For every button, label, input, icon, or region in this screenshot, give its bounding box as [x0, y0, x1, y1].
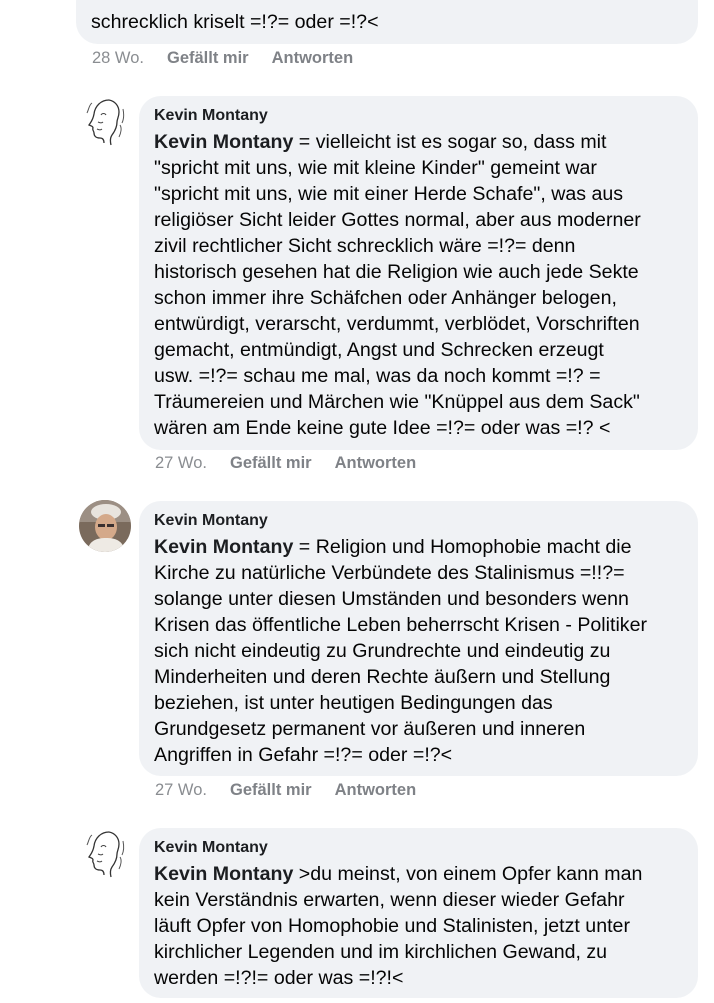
comment-bubble: schrecklich kriselt =!?= oder =!?< [76, 0, 698, 44]
author-mention[interactable]: Kevin Montany [154, 863, 293, 885]
photo-avatar-icon [79, 500, 131, 552]
avatar[interactable] [79, 827, 131, 879]
sketch-face-icon [79, 827, 131, 879]
comment-text: Kevin Montany = vielleicht ist es sogar … [154, 129, 684, 441]
comment-text: schrecklich kriselt =!?= oder =!?< [91, 11, 379, 33]
comment-author[interactable]: Kevin Montany [154, 511, 684, 531]
reply-button[interactable]: Antworten [335, 454, 417, 472]
sketch-face-icon [79, 95, 131, 147]
like-button[interactable]: Gefällt mir [230, 781, 312, 799]
avatar[interactable] [79, 500, 131, 552]
comment-bubble: Kevin Montany Kevin Montany = Religion u… [139, 501, 698, 776]
comment-body: = vielleicht ist es sogar so, dass mit "… [154, 131, 641, 439]
comment-bubble: Kevin Montany Kevin Montany >du meinst, … [139, 828, 698, 998]
comment-author[interactable]: Kevin Montany [154, 106, 684, 126]
reply-button[interactable]: Antworten [272, 49, 354, 67]
comment-timestamp: 27 Wo. [155, 454, 207, 472]
comment-meta: 27 Wo. Gefällt mir Antworten [155, 780, 439, 800]
comment-body: = Religion und Homophobie macht die Kirc… [154, 536, 648, 766]
comment-timestamp: 27 Wo. [155, 781, 207, 799]
reply-button[interactable]: Antworten [335, 781, 417, 799]
like-button[interactable]: Gefällt mir [230, 454, 312, 472]
comment-author[interactable]: Kevin Montany [154, 838, 684, 858]
author-mention[interactable]: Kevin Montany [154, 131, 293, 153]
comment-text: Kevin Montany = Religion und Homophobie … [154, 534, 684, 768]
avatar[interactable] [79, 95, 131, 147]
comment-timestamp: 28 Wo. [92, 49, 144, 67]
comment-meta: 27 Wo. Gefällt mir Antworten [155, 453, 439, 473]
author-mention[interactable]: Kevin Montany [154, 536, 293, 558]
like-button[interactable]: Gefällt mir [167, 49, 249, 67]
comment-text: Kevin Montany >du meinst, von einem Opfe… [154, 861, 684, 991]
comment-meta: 28 Wo. Gefällt mir Antworten [92, 48, 376, 68]
comment-bubble: Kevin Montany Kevin Montany = vielleicht… [139, 96, 698, 450]
